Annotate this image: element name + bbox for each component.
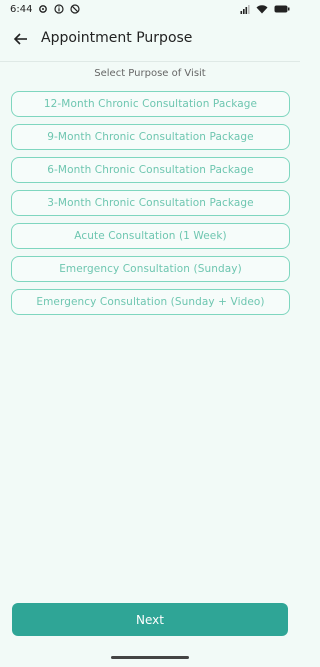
status-bar: 6:44 (0, 0, 300, 18)
home-indicator[interactable] (111, 656, 189, 659)
purpose-options-list: 12-Month Chronic Consultation Package 9-… (11, 91, 290, 315)
page-title: Appointment Purpose (41, 30, 193, 46)
battery-icon (274, 5, 290, 13)
status-time: 6:44 (10, 3, 33, 15)
info-icon (54, 4, 65, 14)
settings-icon (39, 5, 48, 13)
status-right (240, 4, 290, 14)
option-9-month-chronic[interactable]: 9-Month Chronic Consultation Package (11, 124, 290, 150)
option-emergency-sunday-video[interactable]: Emergency Consultation (Sunday + Video) (11, 289, 290, 315)
option-3-month-chronic[interactable]: 3-Month Chronic Consultation Package (11, 190, 290, 216)
arrow-back-icon (13, 33, 27, 45)
option-emergency-sunday[interactable]: Emergency Consultation (Sunday) (11, 256, 290, 282)
option-acute-consultation[interactable]: Acute Consultation (1 Week) (11, 223, 290, 249)
app-bar: Appointment Purpose (0, 24, 300, 54)
status-left: 6:44 (10, 3, 81, 15)
section-subtitle: Select Purpose of Visit (94, 68, 206, 79)
wifi-icon (256, 5, 268, 14)
signal-icon (240, 5, 250, 14)
divider (0, 61, 300, 62)
next-button[interactable]: Next (12, 603, 288, 636)
option-12-month-chronic[interactable]: 12-Month Chronic Consultation Package (11, 91, 290, 117)
back-button[interactable] (10, 28, 32, 50)
do-not-disturb-icon (70, 4, 81, 14)
option-6-month-chronic[interactable]: 6-Month Chronic Consultation Package (11, 157, 290, 183)
